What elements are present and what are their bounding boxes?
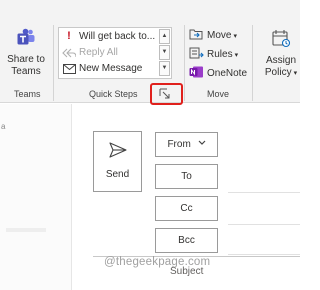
onenote-button[interactable]: OneNote [189, 66, 247, 82]
group-divider [252, 25, 253, 101]
more-quick-steps-icon[interactable]: ▼ [159, 61, 170, 76]
share-to-teams-button[interactable]: Share to Teams [6, 28, 46, 84]
rules-icon [189, 47, 204, 59]
teams-group-label: Teams [14, 89, 41, 99]
from-button[interactable]: From [155, 132, 218, 157]
send-icon [109, 142, 127, 158]
reply-all-icon [62, 45, 77, 60]
onenote-icon [189, 66, 203, 78]
teams-icon [17, 28, 35, 45]
move-button[interactable]: Move ▾ [189, 28, 237, 44]
quick-steps-gallery: ! Will get back to... Reply All New Mess… [58, 27, 172, 79]
chevron-down-icon: ▾ [293, 70, 298, 77]
quick-steps-dialog-launcher-icon[interactable] [159, 88, 170, 99]
to-button[interactable]: To [155, 164, 218, 189]
exclamation-icon: ! [67, 30, 71, 42]
share-to-teams-label: Share to Teams [7, 54, 45, 77]
group-divider [53, 25, 54, 101]
chevron-down-icon: ▾ [234, 52, 239, 59]
quick-step-will-get-back[interactable]: ! Will get back to... [61, 29, 157, 44]
chevron-down-icon [198, 140, 205, 145]
bcc-field[interactable] [228, 254, 300, 255]
quick-steps-scroller: ▲ ▼ ▼ [159, 29, 170, 77]
watermark: @thegeekpage.com [104, 256, 211, 268]
envelope-icon [62, 61, 76, 76]
to-field[interactable] [228, 192, 300, 193]
rules-button[interactable]: Rules ▾ [189, 47, 238, 63]
cc-button[interactable]: Cc [155, 196, 218, 221]
assign-policy-icon [272, 30, 291, 48]
quick-step-new-message[interactable]: New Message [61, 61, 157, 76]
quick-steps-group-label: Quick Steps [89, 89, 138, 99]
chevron-down-icon: ▾ [233, 33, 237, 40]
assign-policy-label: Assign Policy ▾ [264, 55, 298, 78]
move-folder-icon [189, 29, 203, 40]
folder-pane: a [0, 104, 72, 290]
scroll-up-icon[interactable]: ▲ [159, 29, 170, 44]
group-divider [184, 25, 185, 101]
quick-step-reply-all[interactable]: Reply All [61, 45, 157, 60]
send-button[interactable]: Send [93, 131, 142, 192]
left-pane-text: a [1, 122, 6, 131]
cc-field[interactable] [228, 224, 300, 225]
move-group-label: Move [207, 89, 230, 99]
scroll-down-icon[interactable]: ▼ [159, 45, 170, 60]
assign-policy-button[interactable]: Assign Policy ▾ [258, 28, 304, 84]
ribbon: Share to Teams Teams ! Will get back to.… [0, 0, 300, 105]
blurred-item [6, 228, 46, 232]
bcc-button[interactable]: Bcc [155, 228, 218, 253]
